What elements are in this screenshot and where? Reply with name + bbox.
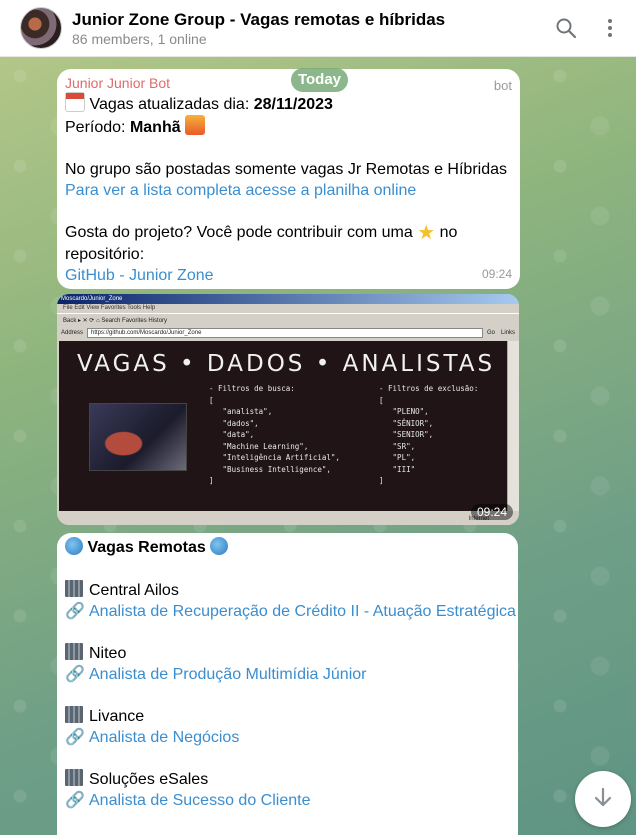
contribute-text-a: Gosta do projeto? Você pode contribuir c… [65,224,413,241]
more-vertical-icon[interactable] [590,8,630,48]
job-company: Soluções eSales [89,771,209,788]
contribute-text: Gosta do projeto? Você pode contribuir c… [65,222,512,244]
calendar-icon [65,92,85,112]
search-filters: - Filtros de busca: [ "analista", "dados… [209,384,340,485]
banner-title: VAGAS • DADOS • ANALISTAS [77,351,496,377]
github-link[interactable]: GitHub - Junior Zone [65,265,512,286]
browser-title-bar: Moscardo/Junior_Zone [57,294,519,304]
job-company: Livance [89,708,145,725]
address-label: Address [61,330,84,336]
update-date-label: Vagas atualizadas dia: [89,96,254,113]
office-building-icon [65,643,83,660]
spreadsheet-link[interactable]: Para ver a lista completa acesse a plani… [65,180,512,201]
job-company: Central Ailos [89,582,179,599]
job-link[interactable]: Analista de Negócios [89,729,239,746]
banner-image: VAGAS • DADOS • ANALISTAS - Filtros de b… [59,341,507,511]
job-item: Niteo 🔗 Analista de Produção Multimídia J… [65,643,510,685]
group-avatar[interactable] [20,7,62,49]
links-label: Links [500,330,515,336]
go-label: Go [486,330,495,336]
browser-scrollbar [507,341,519,511]
date-badge: Today [291,68,348,92]
message-time: 09:24 [481,267,512,281]
jobs-heading: Vagas Remotas [87,539,206,556]
contribute-text-b: no [439,224,458,241]
period-label: Período: [65,119,130,136]
browser-toolbar: Back ▸ ✕ ⟳ ⌂ Search Favorites History [57,313,519,327]
link-icon: 🔗 [65,729,85,746]
banner-photo [89,403,187,471]
jobs-heading-line: Vagas Remotas [65,537,510,559]
job-link[interactable]: Analista de Recuperação de Crédito II - … [89,603,516,620]
jobs-message[interactable]: Vagas Remotas Central Ailos 🔗 Analista de… [57,533,518,835]
browser-menu-bar: File Edit View Favorites Tools Help [57,304,519,313]
link-icon: 🔗 [65,792,85,809]
update-date-line: Vagas atualizadas dia: 28/11/2023 [65,92,512,115]
group-info-text: No grupo são postadas somente vagas Jr R… [65,161,508,178]
repository-label: repositório: [65,246,145,263]
period-value: Manhã [129,119,181,136]
office-building-icon [65,769,83,786]
chat-header: Junior Zone Group - Vagas remotas e híbr… [0,0,636,57]
globe-icon [210,537,229,555]
job-item: Livance 🔗 Analista de Negócios [65,706,510,748]
job-item: Central Ailos 🔗 Analista de Recuperação d… [65,580,516,622]
update-date: 28/11/2023 [253,96,333,113]
office-building-icon [65,706,83,723]
office-building-icon [65,580,83,597]
chat-title-block[interactable]: Junior Zone Group - Vagas remotas e híbr… [72,9,546,48]
sunrise-icon [185,115,206,135]
chat-title: Junior Zone Group - Vagas remotas e híbr… [72,9,446,29]
image-message[interactable]: Moscardo/Junior_Zone File Edit View Favo… [57,294,519,525]
browser-status-bar: Internet [57,513,519,525]
job-link[interactable]: Analista de Produção Multimídia Júnior [89,666,366,683]
bot-message[interactable]: Junior Junior Bot bot Vagas atualizadas … [57,69,520,289]
search-icon[interactable] [546,8,586,48]
exclusion-filters: - Filtros de exclusão: [ "PLENO", "SÊNIO… [379,384,479,485]
arrow-down-icon [592,786,614,813]
link-icon: 🔗 [65,603,85,620]
globe-icon [65,537,83,555]
star-icon: ★ [417,222,436,244]
bot-tag: bot [493,78,512,93]
address-url: https://github.com/Moscardo/Junior_Zone [87,328,483,338]
period-line: Período: Manhã [65,115,512,138]
link-icon: 🔗 [65,666,85,683]
browser-address-bar: Address https://github.com/Moscardo/Juni… [57,327,519,339]
image-time: 09:24 [470,504,513,520]
message-sender[interactable]: Junior Junior Bot [65,74,512,92]
scroll-down-button[interactable] [575,771,631,827]
job-item: Soluções eSales 🔗 Analista de Sucesso do … [65,769,510,811]
job-company: Niteo [89,645,127,662]
job-link[interactable]: Analista de Sucesso do Cliente [89,792,310,809]
chat-members-status: 86 members, 1 online [72,30,207,47]
